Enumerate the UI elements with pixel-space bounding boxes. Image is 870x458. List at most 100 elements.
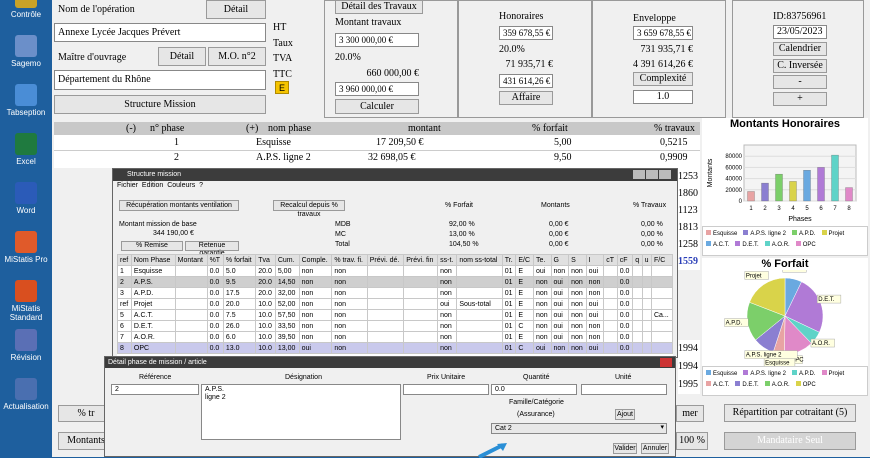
grid-cell[interactable]: 14,50 [274, 276, 300, 288]
grid-cell[interactable]: 01 [501, 265, 517, 277]
grid-cell[interactable]: 20.0 [255, 265, 276, 277]
departement-field[interactable]: Département du Rhône [54, 70, 266, 90]
grid-cell[interactable] [174, 276, 208, 288]
grid-cell[interactable]: 0.0 [206, 331, 224, 343]
grid-cell[interactable]: non [298, 298, 333, 310]
grid-cell[interactable] [603, 342, 618, 354]
nom-operation-field[interactable]: Annexe Lycée Jacques Prévert [54, 23, 266, 42]
grid-cell[interactable]: E [515, 265, 534, 277]
grid-cell[interactable]: 0.0 [206, 320, 224, 332]
grid-cell[interactable]: 2 [117, 276, 132, 288]
grid-cell[interactable]: 8 [117, 342, 132, 354]
grid-cell[interactable]: 10.0 [255, 309, 276, 321]
grid-cell[interactable]: 13,00 [274, 342, 300, 354]
grid-cell[interactable]: 1 [117, 265, 132, 277]
grid-cell[interactable]: A.O.R. [130, 331, 176, 343]
grid-header[interactable]: %T [206, 254, 224, 266]
grid-cell[interactable]: non [532, 309, 552, 321]
grid-cell[interactable]: oui [550, 287, 570, 299]
detail-travaux-button[interactable]: Détail des Travaux [335, 0, 423, 14]
grid-cell[interactable] [366, 265, 405, 277]
grid-cell[interactable]: 0.0 [616, 276, 634, 288]
grid-cell[interactable] [632, 265, 643, 277]
grid-cell[interactable]: non [585, 287, 605, 299]
grid-cell[interactable]: non [298, 276, 333, 288]
grid-cell[interactable] [603, 309, 618, 321]
grid-cell[interactable]: oui [437, 298, 458, 310]
grid-cell[interactable]: non [298, 331, 333, 343]
ttc-field[interactable]: 3 960 000,00 € [335, 82, 419, 96]
grid-cell[interactable]: 13.0 [222, 342, 257, 354]
grid-cell[interactable]: non [568, 298, 587, 310]
desktop-icon[interactable]: Révision [0, 329, 52, 362]
grid-cell[interactable] [174, 265, 208, 277]
grid-cell[interactable] [456, 309, 503, 321]
grid-cell[interactable]: 01 [501, 287, 517, 299]
grid-cell[interactable]: 01 [501, 276, 517, 288]
grid-cell[interactable] [456, 342, 503, 354]
grid-cell[interactable] [403, 331, 439, 343]
quantite-field[interactable]: 0.0 [491, 384, 577, 395]
grid-cell[interactable]: 20.0 [222, 298, 257, 310]
inverse-button[interactable]: C. Inversée [773, 59, 827, 73]
grid-header[interactable]: Cum. [274, 254, 300, 266]
grid-cell[interactable] [650, 276, 673, 288]
pct100-button[interactable]: 100 % [676, 432, 708, 450]
close-icon[interactable] [659, 170, 671, 179]
structure-mission-button[interactable]: Structure Mission [54, 95, 266, 114]
grid-cell[interactable]: non [568, 331, 587, 343]
grid-header[interactable]: G [550, 254, 570, 266]
menu-help[interactable]: ? [199, 182, 203, 189]
desktop-icon[interactable]: Excel [0, 133, 52, 166]
grid-cell[interactable]: non [550, 265, 570, 277]
grid-cell[interactable]: E [515, 331, 534, 343]
grid-cell[interactable]: non [568, 320, 587, 332]
grid-cell[interactable]: 52,00 [274, 298, 300, 310]
montant-travaux-field[interactable]: 3 300 000,00 € [335, 33, 419, 47]
grid-cell[interactable] [632, 309, 643, 321]
grid-cell[interactable]: oui [298, 342, 333, 354]
table-row[interactable]: 1 Esquisse 0.0 5.0 20.0 5,00 non non non 01 Eoui no… [117, 265, 673, 277]
grid-cell[interactable]: non [437, 276, 458, 288]
grid-cell[interactable]: Projet [130, 298, 176, 310]
grid-cell[interactable]: 01 [501, 298, 517, 310]
grid-cell[interactable]: non [331, 265, 368, 277]
grid-cell[interactable]: 0.0 [616, 265, 634, 277]
desktop-icon[interactable]: Actualisation [0, 378, 52, 411]
minus-button[interactable]: - [773, 75, 827, 89]
grid-header[interactable]: Prévi. fin [403, 254, 439, 266]
grid-cell[interactable]: 6.0 [222, 331, 257, 343]
mo-detail-button[interactable]: Détail [158, 47, 206, 66]
grid-header[interactable]: Nom Phase [130, 254, 176, 266]
grid-cell[interactable]: non [331, 298, 368, 310]
grid-cell[interactable]: 33,50 [274, 320, 300, 332]
categorie-select[interactable]: Cat 2 ▾ [491, 423, 667, 434]
grid-cell[interactable]: 01 [501, 320, 517, 332]
grid-cell[interactable]: non [298, 309, 333, 321]
unite-field[interactable] [581, 384, 667, 395]
menu-couleurs[interactable]: Couleurs [167, 182, 195, 189]
grid-cell[interactable]: oui [550, 331, 570, 343]
grid-cell[interactable] [603, 276, 618, 288]
col-minus[interactable]: (-) [126, 123, 136, 134]
recalcul-button[interactable]: Recalcul depuis % travaux [273, 200, 345, 218]
grid-header[interactable]: Te. [532, 254, 552, 266]
grid-header[interactable]: Tva [255, 254, 276, 266]
grid-cell[interactable]: ref [117, 298, 132, 310]
grid-cell[interactable]: 39,50 [274, 331, 300, 343]
grid-header[interactable]: ref [117, 254, 132, 266]
grid-cell[interactable]: oui [585, 309, 605, 321]
menu-edition[interactable]: Edition [142, 182, 163, 189]
grid-cell[interactable]: 01 [501, 342, 517, 354]
close-icon[interactable] [660, 358, 672, 367]
desktop-icon[interactable]: Word [0, 182, 52, 215]
grid-cell[interactable]: non [437, 331, 458, 343]
grid-cell[interactable]: 10.0 [255, 298, 276, 310]
grid-cell[interactable]: 0.0 [206, 309, 224, 321]
grid-cell[interactable]: 17.5 [222, 287, 257, 299]
grid-header[interactable]: nom ss-total [456, 254, 503, 266]
table-row[interactable]: 3 A.P.D. 0.0 17.5 20.0 32,00 non non non 01 Enon ou… [117, 287, 673, 299]
desktop-icon[interactable]: Tabseption [0, 84, 52, 117]
grid-cell[interactable]: oui [550, 309, 570, 321]
col-plus[interactable]: (+) [246, 123, 258, 134]
